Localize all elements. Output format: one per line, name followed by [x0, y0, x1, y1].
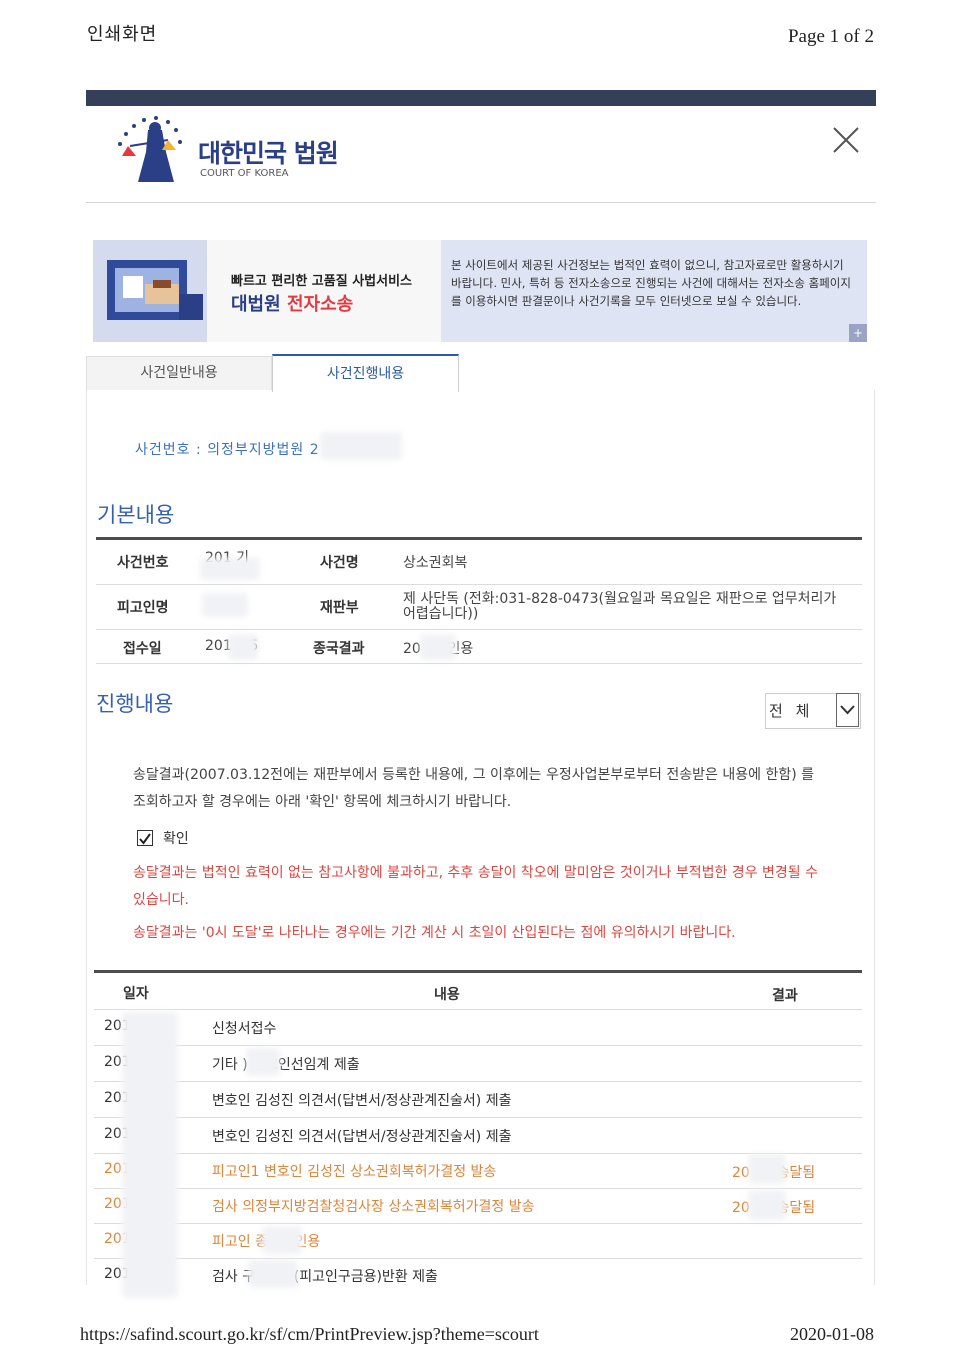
row-divider	[94, 1188, 862, 1189]
row-divider	[94, 1153, 862, 1154]
redaction	[262, 1226, 302, 1254]
header-result: 결과	[772, 988, 798, 1004]
row-divider	[94, 1081, 862, 1082]
row-divider	[96, 663, 862, 664]
redaction	[420, 634, 456, 660]
case-number-line: 사건번호 : 의정부지방법원 2	[135, 442, 320, 458]
delivery-notice: 송달결과(2007.03.12전에는 재판부에서 등록한 내용에, 그 이후에는…	[133, 767, 814, 810]
redaction	[228, 634, 258, 660]
close-icon[interactable]	[830, 124, 862, 156]
print-title: 인쇄화면	[87, 24, 158, 45]
progress-section-title: 진행내용	[96, 692, 174, 716]
label-received-date: 접수일	[123, 641, 162, 657]
row-content: 변호인 김성진 의견서(답변서/정상관계진술서) 제출	[212, 1093, 512, 1109]
e-litigation-banner[interactable]: 빠르고 편리한 고품질 사법서비스 대법원 전자소송 본 사이트에서 제공된 사…	[93, 240, 867, 342]
row-divider	[94, 1223, 862, 1224]
banner-image	[93, 240, 207, 342]
redaction	[200, 558, 260, 580]
tab-general[interactable]: 사건일반내용	[86, 356, 272, 390]
panel-border-right	[874, 390, 875, 1285]
row-content: 신청서접수	[212, 1021, 277, 1037]
redaction	[320, 432, 402, 460]
confirm-checkbox[interactable]	[137, 830, 153, 846]
tab-progress[interactable]: 사건진행내용	[272, 354, 459, 392]
row-divider	[94, 1045, 862, 1046]
row-divider	[94, 1117, 862, 1118]
section-rule	[96, 537, 862, 540]
banner-tagline: 빠르고 편리한 고품질 사법서비스	[231, 274, 413, 289]
logo-subtitle: COURT OF KOREA	[200, 168, 289, 179]
row-divider	[94, 1258, 862, 1259]
redaction	[748, 1190, 786, 1220]
banner-service-highlight: 전자소송	[286, 294, 354, 315]
page-number: Page 1 of 2	[787, 26, 874, 47]
banner-service-name: 대법원 전자소송	[231, 290, 353, 316]
divider	[86, 202, 876, 203]
header-content: 내용	[434, 987, 460, 1003]
header-bar	[86, 90, 876, 106]
row-content: 기타 ) 변호인선임계 제출	[212, 1057, 360, 1073]
redaction	[246, 1048, 280, 1076]
row-content: 검사 구속영장(피고인구금용)반환 제출	[212, 1269, 438, 1285]
banner-notice-text: 본 사이트에서 제공된 사건정보는 법적인 효력이 없으니, 참고자료로만 활용…	[451, 258, 851, 308]
redaction-date-column	[122, 1012, 178, 1298]
label-case-name: 사건명	[320, 555, 359, 571]
row-content: 피고인1 변호인 김성진 상소권회복허가결정 발송	[212, 1164, 497, 1180]
header-date: 일자	[123, 986, 149, 1002]
checkmark-icon	[139, 833, 151, 845]
value-case-name: 상소권회복	[403, 555, 468, 571]
value-court-division: 제 사단독 (전화:031-828-0473(월요일과 목요일은 재판으로 업무…	[403, 591, 837, 622]
label-court-division: 재판부	[320, 600, 359, 616]
header-divider	[94, 1009, 862, 1010]
row-content: 변호인 김성진 의견서(답변서/정상관계진술서) 제출	[212, 1129, 512, 1145]
table-top-rule	[94, 970, 862, 973]
value-defendant	[202, 593, 248, 617]
chevron-down-icon	[840, 705, 855, 715]
gavel-icon	[107, 260, 203, 320]
confirm-label: 확인	[163, 831, 189, 847]
filter-select-button[interactable]	[836, 693, 859, 727]
logo-title: 대한민국 법원	[198, 139, 339, 168]
label-defendant: 피고인명	[117, 600, 169, 616]
warning-text-2: 송달결과는 '0시 도달'로 나타나는 경우에는 기간 계산 시 초일이 산입된…	[133, 925, 736, 941]
row-divider	[96, 584, 862, 585]
redaction	[248, 1260, 298, 1288]
banner-service-prefix: 대법원	[231, 294, 287, 315]
footer-url: https://safind.scourt.go.kr/sf/cm/PrintP…	[80, 1324, 539, 1344]
row-divider	[96, 629, 862, 630]
plus-icon[interactable]: +	[849, 324, 867, 342]
basic-section-title: 기본내용	[97, 503, 175, 527]
label-final-result: 종국결과	[313, 641, 365, 657]
row-content: 검사 의정부지방검찰청검사장 상소권회복허가결정 발송	[212, 1199, 535, 1215]
warning-text-1: 송달결과는 법적인 효력이 없는 참고사항에 불과하고, 추후 송달이 착오에 …	[133, 865, 818, 908]
footer-date: 2020-01-08	[790, 1324, 874, 1344]
filter-select-value: 전 체	[769, 702, 814, 720]
redaction	[748, 1154, 786, 1184]
panel-border-left	[86, 390, 87, 1285]
label-case-number: 사건번호	[117, 555, 169, 571]
